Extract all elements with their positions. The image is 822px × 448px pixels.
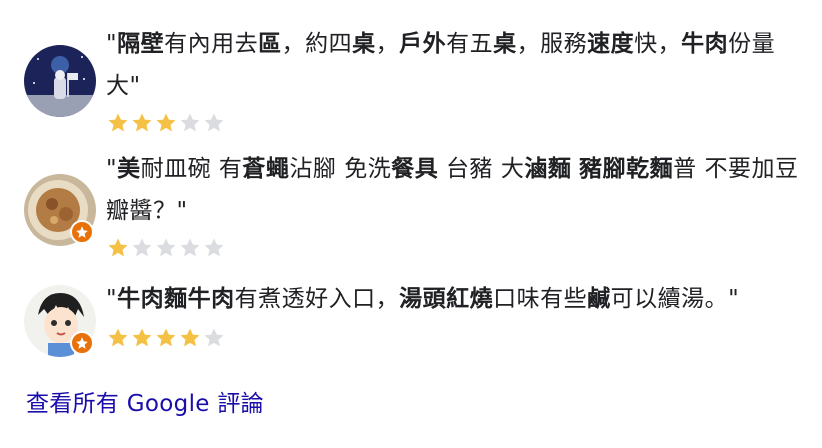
star-empty-icon bbox=[204, 113, 224, 132]
highlighted-keyword: 鹹 bbox=[587, 286, 611, 312]
highlighted-keyword: 桌 bbox=[352, 31, 376, 57]
review-text-segment: " bbox=[106, 286, 118, 312]
local-guide-badge-icon bbox=[70, 220, 94, 244]
astronaut-avatar-icon bbox=[24, 45, 96, 117]
highlighted-keyword: 滷麵 bbox=[524, 156, 572, 182]
star-filled-icon bbox=[108, 328, 128, 347]
star-empty-icon bbox=[180, 238, 200, 257]
star-filled-icon bbox=[108, 113, 128, 132]
review-text-segment: 快， bbox=[634, 31, 682, 57]
review-text-segment: 可以續湯。" bbox=[610, 286, 740, 312]
highlighted-keyword: 戶外 bbox=[399, 31, 447, 57]
star-empty-icon bbox=[204, 328, 224, 347]
star-filled-icon bbox=[156, 328, 176, 347]
star-filled-icon bbox=[132, 113, 152, 132]
star-rating bbox=[106, 326, 226, 350]
highlighted-keyword: 牛肉麵牛肉 bbox=[117, 286, 235, 312]
review-text-segment: 耐皿碗 有 bbox=[140, 156, 243, 182]
review-text-segment: 有五 bbox=[446, 31, 494, 57]
review-text-segment: " bbox=[106, 31, 118, 57]
highlighted-keyword: 隔壁 bbox=[117, 31, 165, 57]
see-all-reviews-link[interactable]: 查看所有 Google 評論 bbox=[26, 384, 264, 418]
star-empty-icon bbox=[204, 238, 224, 257]
highlighted-keyword: 餐具 bbox=[391, 156, 439, 182]
highlighted-keyword: 桌 bbox=[493, 31, 517, 57]
review-text-segment: ， bbox=[375, 31, 400, 57]
review-text-segment: 台豬 大 bbox=[438, 156, 525, 182]
highlighted-keyword: 豬腳乾麵 bbox=[579, 156, 674, 182]
highlighted-keyword: 區 bbox=[258, 31, 282, 57]
star-filled-icon bbox=[180, 328, 200, 347]
star-empty-icon bbox=[180, 113, 200, 132]
review-text: "隔壁有內用去區，約四桌，戶外有五桌，服務速度快，牛肉份量大" bbox=[106, 23, 806, 107]
highlighted-keyword: 蒼蠅 bbox=[242, 156, 290, 182]
review-text-segment bbox=[571, 156, 579, 182]
review-text-segment: " bbox=[106, 156, 118, 182]
reviewer-avatar[interactable] bbox=[24, 45, 96, 117]
star-filled-icon bbox=[108, 238, 128, 257]
star-empty-icon bbox=[156, 238, 176, 257]
review-text-segment: 有內用去 bbox=[164, 31, 259, 57]
star-empty-icon bbox=[132, 238, 152, 257]
highlighted-keyword: 美 bbox=[117, 156, 141, 182]
review-text-segment: 口味有些 bbox=[493, 286, 588, 312]
star-rating bbox=[106, 236, 226, 260]
highlighted-keyword: 牛肉 bbox=[681, 31, 729, 57]
review-text-segment: ，約四 bbox=[281, 31, 353, 57]
local-guide-badge-icon bbox=[70, 331, 94, 355]
review-text-segment: ，服務 bbox=[516, 31, 588, 57]
review-text: "美耐皿碗 有蒼蠅沾腳 免洗餐具 台豬 大滷麵 豬腳乾麵普 不要加豆瓣醬？" bbox=[106, 148, 806, 232]
star-filled-icon bbox=[132, 328, 152, 347]
review-text-segment: 有煮透好入口， bbox=[234, 286, 400, 312]
review-text: "牛肉麵牛肉有煮透好入口，湯頭紅燒口味有些鹹可以續湯。" bbox=[106, 278, 806, 320]
star-filled-icon bbox=[156, 113, 176, 132]
review-text-segment: 沾腳 免洗 bbox=[289, 156, 392, 182]
star-rating bbox=[106, 111, 226, 135]
highlighted-keyword: 湯頭紅燒 bbox=[399, 286, 494, 312]
highlighted-keyword: 速度 bbox=[587, 31, 635, 57]
